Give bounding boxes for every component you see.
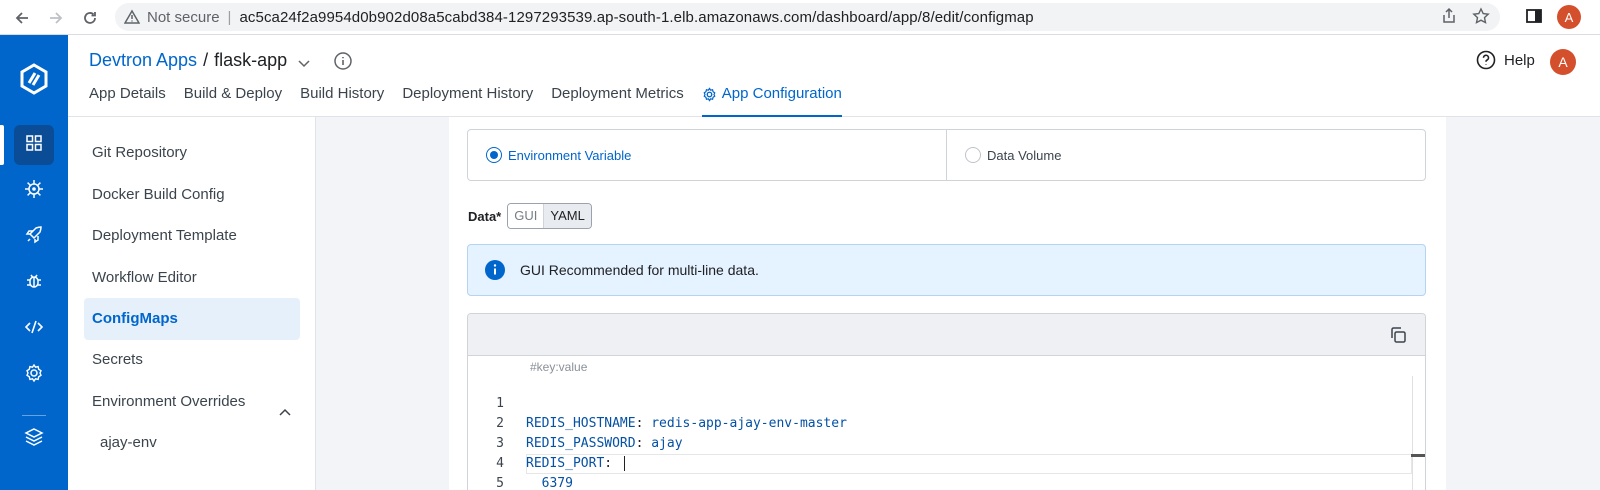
tab-app-configuration[interactable]: App Configuration — [701, 83, 842, 117]
help-label: Help — [1504, 51, 1535, 69]
gear-icon — [702, 83, 717, 105]
app-tabs: App Details Build & Deploy Build History… — [89, 83, 860, 117]
share-icon[interactable] — [1440, 7, 1458, 30]
code-line: 2 REDIS_PASSWORD: ajay — [468, 394, 682, 451]
mode-yaml-button[interactable]: YAML — [544, 204, 591, 228]
code-line: 1 REDIS_HOSTNAME: redis-app-ajay-env-mas… — [468, 374, 847, 431]
left-nav-rail — [0, 35, 68, 490]
breadcrumb-separator: / — [203, 50, 209, 70]
help-circle-icon — [1476, 50, 1496, 70]
browser-toolbar: Not secure | ac5ca24f2a9954d0b902d08a5ca… — [0, 0, 1600, 35]
address-bar[interactable]: Not secure | ac5ca24f2a9954d0b902d08a5ca… — [115, 3, 1500, 31]
yaml-editor[interactable]: #key:value 1 REDIS_HOSTNAME: redis-app-a… — [467, 313, 1426, 490]
sidebar-item-deployment-template[interactable]: Deployment Template — [84, 215, 300, 257]
forward-arrow-icon[interactable] — [44, 6, 68, 30]
nav-security[interactable] — [0, 263, 68, 303]
info-banner: GUI Recommended for multi-line data. — [467, 244, 1426, 296]
tab-app-configuration-label: App Configuration — [721, 85, 842, 102]
mode-gui-button[interactable]: GUI — [508, 204, 545, 228]
data-mode-toggle: GUI YAML — [507, 203, 592, 229]
reload-icon[interactable] — [78, 6, 102, 30]
info-banner-text: GUI Recommended for multi-line data. — [520, 262, 759, 278]
bookmark-star-icon[interactable] — [1472, 7, 1490, 30]
code-line: 4 6379 — [468, 434, 573, 490]
yaml-value: redis-app-ajay-env-master — [643, 416, 847, 431]
browser-profile-avatar[interactable]: A — [1557, 5, 1581, 29]
sidebar-item-environment-overrides[interactable]: Environment Overrides — [84, 381, 300, 423]
nav-deployment-groups[interactable] — [0, 217, 68, 257]
info-filled-icon — [484, 259, 506, 281]
sidebar-item-environment-overrides-label: Environment Overrides — [92, 393, 246, 410]
tab-app-details[interactable]: App Details — [89, 83, 166, 117]
copy-icon[interactable] — [1389, 326, 1407, 344]
code-icon — [24, 317, 44, 342]
sidebar-item-docker-build-config[interactable]: Docker Build Config — [84, 174, 300, 216]
nav-bulk-edit[interactable] — [0, 309, 68, 349]
sidebar-item-secrets[interactable]: Secrets — [84, 339, 300, 381]
radio-unselected-icon — [965, 147, 981, 163]
radio-selected-icon — [486, 147, 502, 163]
address-bar-actions — [1440, 7, 1490, 30]
radio-data-volume[interactable]: Data Volume — [946, 130, 1425, 180]
usage-type-radio-group: Environment Variable Data Volume — [467, 129, 1426, 181]
gear-icon — [24, 363, 44, 388]
yaml-colon: : — [604, 456, 613, 471]
rail-divider — [22, 415, 46, 416]
breadcrumb-devtron-apps[interactable]: Devtron Apps — [89, 50, 197, 71]
side-panel-icon[interactable] — [1525, 7, 1543, 30]
nav-global-config[interactable] — [0, 355, 68, 395]
tab-deployment-metrics[interactable]: Deployment Metrics — [551, 83, 684, 117]
tab-deployment-history[interactable]: Deployment History — [402, 83, 533, 117]
code-line: 5 — [468, 454, 546, 490]
editor-scrollbar-marker[interactable] — [1411, 454, 1425, 457]
tab-build-history[interactable]: Build History — [300, 83, 384, 117]
bug-icon — [24, 271, 44, 296]
editor-scrollbar-track[interactable] — [1412, 376, 1413, 490]
radio-data-volume-label: Data Volume — [987, 147, 1062, 163]
sidebar-subitem-ajay-env[interactable]: ajay-env — [100, 434, 157, 451]
app-config-sidebar: Git Repository Docker Build Config Deplo… — [68, 117, 316, 490]
layers-icon — [24, 427, 44, 452]
sidebar-item-configmaps[interactable]: ConfigMaps — [84, 298, 300, 340]
configmap-form: Environment Variable Data Volume Data* G… — [449, 117, 1446, 490]
url-separator: | — [227, 8, 232, 26]
editor-toolbar — [468, 314, 1425, 356]
chevron-up-icon[interactable] — [278, 395, 292, 416]
grid-icon — [25, 134, 43, 157]
yaml-value — [612, 456, 620, 471]
data-mode-row: Data* GUI YAML — [468, 203, 592, 229]
editor-placeholder: #key:value — [530, 360, 588, 374]
user-avatar[interactable]: A — [1550, 49, 1576, 75]
tab-build-deploy[interactable]: Build & Deploy — [184, 83, 282, 117]
rocket-icon — [24, 225, 44, 250]
breadcrumb: Devtron Apps / flask-app — [89, 50, 353, 71]
radio-environment-variable[interactable]: Environment Variable — [468, 130, 946, 180]
nav-chart-store[interactable] — [0, 171, 68, 211]
chevron-down-icon[interactable] — [297, 54, 311, 68]
radio-environment-variable-label: Environment Variable — [508, 147, 632, 163]
editor-current-line-highlight — [526, 454, 1412, 474]
back-arrow-icon[interactable] — [10, 6, 34, 30]
line-number: 5 — [496, 476, 504, 490]
yaml-value: ajay — [643, 436, 683, 451]
sidebar-item-git-repository[interactable]: Git Repository — [84, 132, 300, 174]
app-header: Devtron Apps / flask-app App Details Bui… — [68, 35, 1600, 117]
devtron-logo-icon[interactable] — [18, 63, 50, 95]
security-label[interactable]: Not secure — [147, 9, 220, 26]
info-icon[interactable] — [333, 51, 353, 71]
url-text[interactable]: ac5ca24f2a9954d0b902d08a5cabd384-1297293… — [239, 9, 1033, 26]
warning-icon[interactable] — [123, 8, 141, 26]
nav-applications[interactable] — [0, 125, 68, 165]
code-line: 3 REDIS_PORT: — [468, 414, 625, 471]
nav-stack-manager[interactable] — [0, 419, 68, 459]
main-content: Environment Variable Data Volume Data* G… — [316, 117, 1600, 490]
text-caret — [623, 456, 625, 471]
help-button[interactable]: Help — [1476, 50, 1535, 70]
helm-wheel-icon — [24, 179, 44, 204]
data-label: Data* — [468, 208, 502, 224]
sidebar-item-workflow-editor[interactable]: Workflow Editor — [84, 257, 300, 299]
breadcrumb-app-name[interactable]: flask-app — [214, 50, 287, 71]
